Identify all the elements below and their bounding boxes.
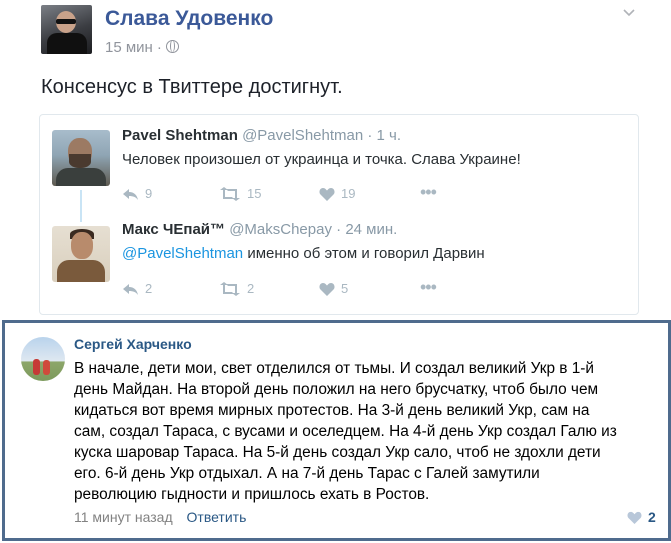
post-meta: 15 мин ·	[105, 39, 179, 56]
tweet-author-name[interactable]: Макс ЧЕпай™	[122, 221, 225, 238]
retweet-button[interactable]: 2	[219, 281, 254, 296]
comment-author-name[interactable]: Сергей Харченко	[74, 336, 192, 352]
comment-line: его. 6-й день Укр отдыхал. А на 7-й день…	[74, 465, 540, 482]
tweet-header-separator: ·	[336, 221, 342, 238]
tweet-author-handle[interactable]: @PavelShehtman	[242, 127, 363, 144]
tweet-header: Pavel Shehtman @PavelShehtman · 1 ч.	[122, 127, 401, 144]
tweet-author-name[interactable]: Pavel Shehtman	[122, 127, 238, 144]
comment-text: В начале, дети мои, свет отделился от ть…	[74, 358, 664, 505]
vk-heart-icon	[627, 511, 642, 524]
retweet-button[interactable]: 15	[219, 186, 261, 201]
comment-line: сам, создал Тараса, с вусами и оселедцем…	[74, 423, 617, 440]
tweet-avatar[interactable]	[52, 226, 110, 282]
like-count: 5	[341, 281, 349, 296]
like-count: 19	[341, 186, 356, 201]
comment-line: кидаться вот время мирных протестов. На …	[74, 402, 590, 419]
comment-like-count: 2	[648, 509, 656, 525]
globe-icon	[165, 40, 179, 53]
like-button[interactable]: 19	[319, 186, 355, 201]
tweet-time[interactable]: 1 ч.	[377, 127, 402, 144]
reply-icon	[123, 189, 138, 200]
like-button[interactable]: 5	[319, 281, 348, 296]
retweet-icon	[220, 282, 240, 296]
tweet-header-separator: ·	[367, 127, 373, 144]
tweet-author-handle[interactable]: @MaksChepay	[229, 221, 332, 238]
post-text: Консенсус в Твиттере достигнут.	[41, 76, 343, 98]
tweet-time[interactable]: 24 мин.	[345, 221, 397, 238]
tweet-header: Макс ЧЕпай™ @MaksChepay · 24 мин.	[122, 221, 397, 238]
comment-panel: Сергей Харченко В начале, дети мои, свет…	[2, 320, 671, 541]
more-icon[interactable]: •••	[420, 182, 437, 203]
tweet-text-body: именно об этом и говорил Дарвин	[247, 245, 485, 262]
post-meta-separator: ·	[156, 39, 162, 56]
tweet-text: Человек произошел от украинца и точка. С…	[122, 151, 521, 168]
tweet-actions: 2 2 5 •••	[122, 277, 442, 299]
post-author-avatar[interactable]	[41, 5, 92, 54]
comment-line: куска шаровар Тараса. На 5-й день создал…	[74, 444, 601, 461]
heart-icon	[319, 188, 335, 201]
comment-author-avatar[interactable]	[21, 337, 65, 381]
retweet-count: 2	[247, 281, 255, 296]
comment-time[interactable]: 11 минут назад	[74, 509, 173, 525]
reply-icon	[123, 284, 138, 295]
reply-count: 9	[145, 186, 153, 201]
reply-link[interactable]: Ответить	[187, 509, 247, 525]
thread-connector	[80, 190, 82, 222]
comment-line: В начале, дети мои, свет отделился от ть…	[74, 360, 595, 377]
reply-button[interactable]: 2	[122, 281, 152, 296]
reply-count: 2	[145, 281, 153, 296]
post-time[interactable]: 15 мин	[105, 39, 153, 56]
post-author-name[interactable]: Слава Удовенко	[105, 7, 273, 31]
tweet-mention-link[interactable]: @PavelShehtman	[122, 245, 243, 262]
comment-footer: 11 минут назад Ответить	[74, 509, 246, 525]
tweet-avatar[interactable]	[52, 130, 110, 186]
tweet-actions: 9 15 19 •••	[122, 182, 442, 204]
tweet-text: @PavelShehtman именно об этом и говорил …	[122, 245, 485, 262]
more-icon[interactable]: •••	[420, 277, 437, 298]
comment-line: революцию гыдности и пришлось ехать в Ро…	[74, 486, 430, 503]
retweet-icon	[220, 187, 240, 201]
embedded-tweet-thread: Pavel Shehtman @PavelShehtman · 1 ч. Чел…	[39, 114, 639, 315]
comment-like-button[interactable]: 2	[627, 509, 656, 525]
chevron-down-icon[interactable]	[622, 6, 636, 20]
retweet-count: 15	[247, 186, 262, 201]
reply-button[interactable]: 9	[122, 186, 152, 201]
heart-icon	[319, 283, 335, 296]
comment-line: день Майдан. На второй день положил на н…	[74, 381, 599, 398]
